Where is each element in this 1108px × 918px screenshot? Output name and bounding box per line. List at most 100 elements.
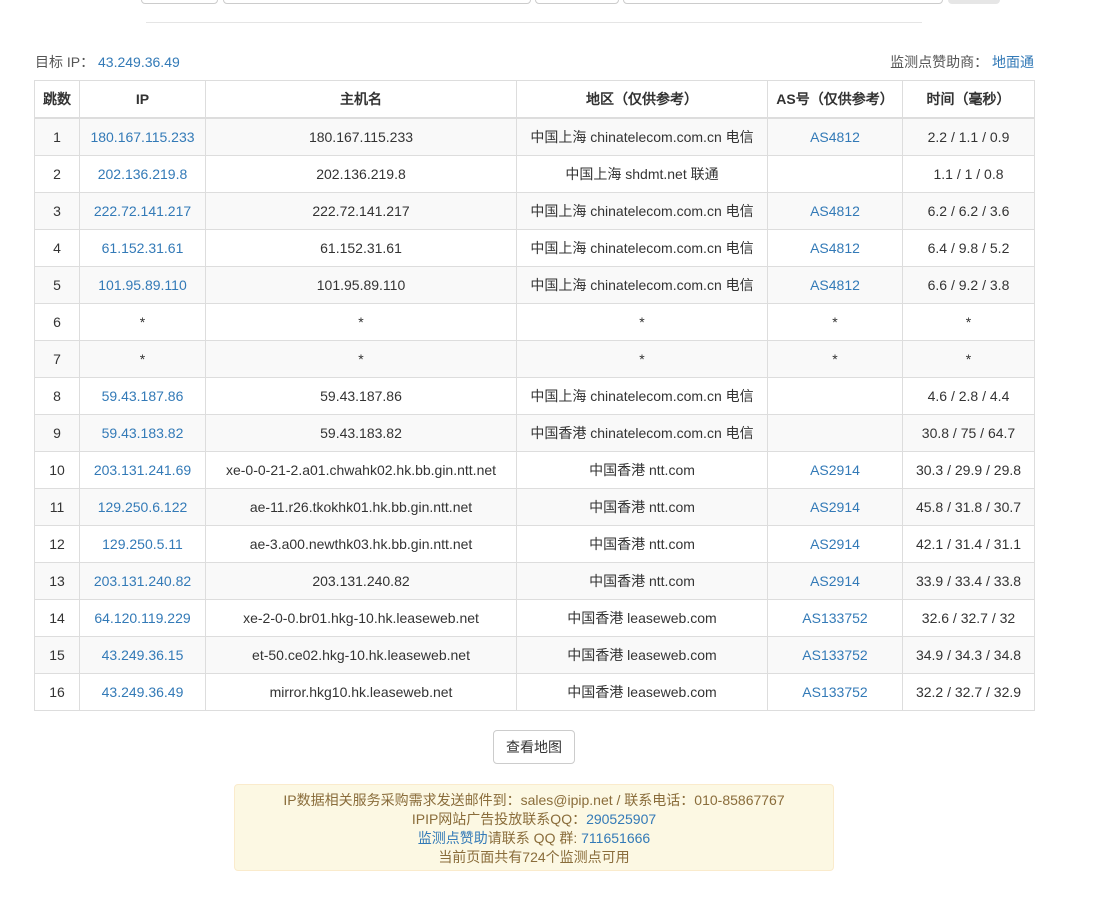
as-link[interactable]: AS2914: [810, 499, 860, 515]
sponsor: 监测点赞助商： 地面通: [890, 52, 1034, 72]
as-link[interactable]: AS133752: [802, 647, 867, 663]
hostname-cell: 222.72.141.217: [205, 192, 517, 230]
as-cell: AS133752: [767, 673, 903, 711]
time-cell: 4.6 / 2.8 / 4.4: [902, 377, 1035, 415]
ip-link[interactable]: 61.152.31.61: [102, 240, 184, 256]
form-input-host[interactable]: [223, 0, 531, 4]
as-link[interactable]: AS4812: [810, 129, 860, 145]
hostname-cell: xe-0-0-21-2.a01.chwahk02.hk.bb.gin.ntt.n…: [205, 451, 517, 489]
ip-link[interactable]: 222.72.141.217: [94, 203, 191, 219]
as-link[interactable]: AS133752: [802, 610, 867, 626]
region-cell: 中国香港 leaseweb.com: [516, 599, 768, 637]
header-hostname: 主机名: [205, 80, 517, 119]
ip-link[interactable]: 59.43.187.86: [102, 388, 184, 404]
ip-cell: 203.131.241.69: [79, 451, 206, 489]
ip-link[interactable]: 43.249.36.15: [102, 647, 184, 663]
table-row: 15 43.249.36.15 et-50.ce02.hkg-10.hk.lease…: [34, 636, 1035, 674]
as-cell: AS133752: [767, 636, 903, 674]
time-cell: 6.6 / 9.2 / 3.8: [902, 266, 1035, 304]
form-select-2[interactable]: [535, 0, 619, 4]
ip-link[interactable]: 203.131.241.69: [94, 462, 191, 478]
region-cell: 中国上海 chinatelecom.com.cn 电信: [516, 229, 768, 267]
region-cell: 中国香港 ntt.com: [516, 562, 768, 600]
as-link[interactable]: AS2914: [810, 536, 860, 552]
hop-cell: 11: [34, 488, 80, 526]
target-ip-value[interactable]: 43.249.36.49: [98, 54, 180, 70]
ip-link[interactable]: 101.95.89.110: [98, 277, 187, 293]
hop-cell: 15: [34, 636, 80, 674]
table-row: 10 203.131.241.69 xe-0-0-21-2.a01.chwahk02…: [34, 451, 1035, 489]
hop-cell: 12: [34, 525, 80, 563]
hop-cell: 5: [34, 266, 80, 304]
time-cell: 6.4 / 9.8 / 5.2: [902, 229, 1035, 267]
table-row: 7 * * * * *: [34, 340, 1035, 378]
as-cell: AS2914: [767, 488, 903, 526]
as-link[interactable]: AS4812: [810, 203, 860, 219]
as-link[interactable]: AS4812: [810, 277, 860, 293]
notice-ad-line: IPIP网站广告投放联系QQ：290525907: [235, 810, 833, 829]
as-link[interactable]: AS2914: [810, 462, 860, 478]
time-cell: 34.9 / 34.3 / 34.8: [902, 636, 1035, 674]
ip-cell: 43.249.36.49: [79, 673, 206, 711]
hostname-cell: ae-3.a00.newthk03.hk.bb.gin.ntt.net: [205, 525, 517, 563]
hostname-cell: *: [205, 303, 517, 341]
ip-link[interactable]: 202.136.219.8: [98, 166, 188, 182]
as-cell: [767, 414, 903, 452]
region-cell: 中国上海 chinatelecom.com.cn 电信: [516, 377, 768, 415]
time-cell: 32.6 / 32.7 / 32: [902, 599, 1035, 637]
ip-cell: 180.167.115.233: [79, 117, 206, 156]
notice-ad-qq-link[interactable]: 290525907: [586, 811, 656, 827]
notice-sponsor-link[interactable]: 监测点赞助: [418, 830, 488, 846]
as-link[interactable]: AS2914: [810, 573, 860, 589]
target-ip-label: 目标 IP：: [35, 54, 95, 70]
ip-link[interactable]: 129.250.6.122: [98, 499, 188, 515]
header-region: 地区（仅供参考）: [516, 80, 768, 119]
ip-cell: 203.131.240.82: [79, 562, 206, 600]
ip-cell: 59.43.187.86: [79, 377, 206, 415]
notice-count-line: 当前页面共有724个监测点可用: [438, 849, 630, 865]
as-cell: *: [767, 340, 903, 378]
notice-qq-group-link[interactable]: 711651666: [581, 830, 650, 846]
hostname-cell: 101.95.89.110: [205, 266, 517, 304]
region-cell: 中国香港 chinatelecom.com.cn 电信: [516, 414, 768, 452]
region-cell: 中国香港 ntt.com: [516, 525, 768, 563]
table-row: 5 101.95.89.110 101.95.89.110 中国上海 chinatel…: [34, 266, 1035, 304]
as-link[interactable]: AS133752: [802, 684, 867, 700]
ip-link[interactable]: 203.131.240.82: [94, 573, 191, 589]
ip-link[interactable]: 64.120.119.229: [94, 610, 190, 626]
trace-meta-row: 目标 IP： 43.249.36.49 监测点赞助商： 地面通: [35, 52, 1034, 72]
region-cell: 中国香港 leaseweb.com: [516, 673, 768, 711]
ip-link[interactable]: 180.167.115.233: [90, 129, 194, 145]
form-submit-button[interactable]: [948, 0, 1000, 4]
notice-ad-label: IPIP网站广告投放联系QQ：: [411, 811, 587, 827]
sponsor-link[interactable]: 地面通: [992, 54, 1034, 70]
ip-link[interactable]: 59.43.183.82: [102, 425, 184, 441]
as-cell: AS133752: [767, 599, 903, 637]
table-row: 13 203.131.240.82 203.131.240.82 中国香港 ntt.c…: [34, 562, 1035, 600]
as-link[interactable]: AS4812: [810, 240, 860, 256]
table-header-row: 跳数 IP 主机名 地区（仅供参考） AS号（仅供参考） 时间（毫秒）: [34, 80, 1035, 119]
time-cell: 2.2 / 1.1 / 0.9: [902, 117, 1035, 156]
region-cell: 中国上海 chinatelecom.com.cn 电信: [516, 117, 768, 156]
form-select-1[interactable]: [141, 0, 218, 4]
hostname-cell: 180.167.115.233: [205, 117, 517, 156]
hostname-cell: ae-11.r26.tkokhk01.hk.bb.gin.ntt.net: [205, 488, 517, 526]
ip-link[interactable]: 43.249.36.49: [102, 684, 184, 700]
as-cell: AS4812: [767, 266, 903, 304]
time-cell: 32.2 / 32.7 / 32.9: [902, 673, 1035, 711]
ip-cell: *: [79, 303, 206, 341]
hostname-cell: mirror.hkg10.hk.leaseweb.net: [205, 673, 517, 711]
form-select-3[interactable]: [623, 0, 943, 4]
as-cell: AS4812: [767, 117, 903, 156]
header-as: AS号（仅供参考）: [767, 80, 903, 119]
hop-cell: 8: [34, 377, 80, 415]
ip-cell: 61.152.31.61: [79, 229, 206, 267]
table-row: 12 129.250.5.11 ae-3.a00.newthk03.hk.bb.gi…: [34, 525, 1035, 563]
view-map-button[interactable]: 查看地图: [493, 730, 575, 764]
ip-link[interactable]: 129.250.5.11: [102, 536, 183, 552]
table-row: 3 222.72.141.217 222.72.141.217 中国上海 chinat…: [34, 192, 1035, 230]
table-body: 1 180.167.115.233 180.167.115.233 中国上海 chin…: [34, 117, 1035, 711]
ip-cell: 64.120.119.229: [79, 599, 206, 637]
table-row: 14 64.120.119.229 xe-2-0-0.br01.hkg-10.hk.…: [34, 599, 1035, 637]
header-ip: IP: [79, 80, 206, 119]
